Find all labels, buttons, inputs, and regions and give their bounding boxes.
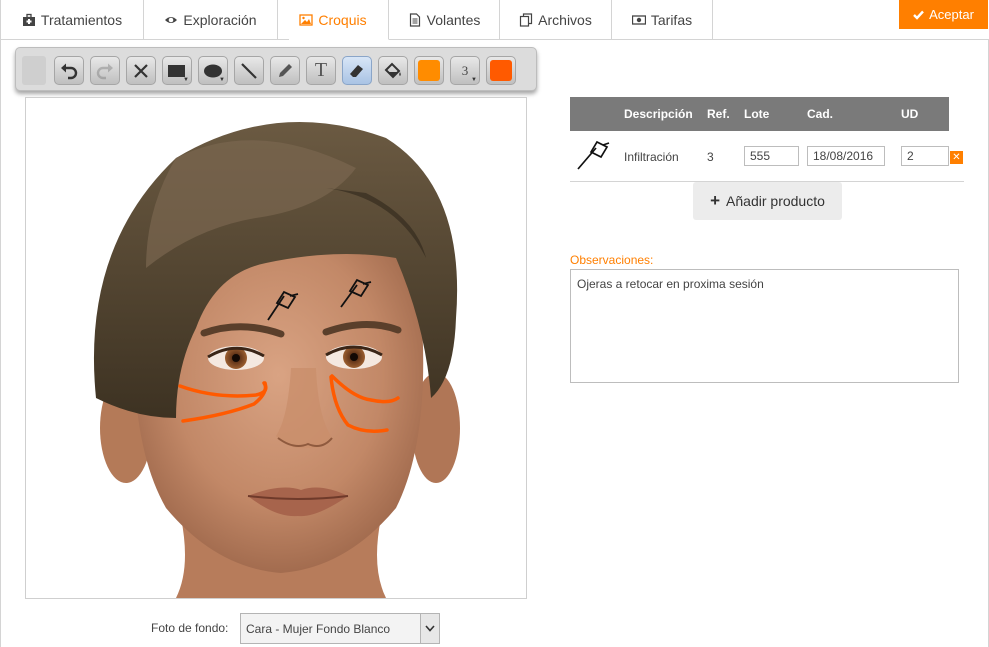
delete-button[interactable]: [126, 56, 156, 85]
header-ref: Ref.: [707, 107, 730, 121]
tab-tratamientos[interactable]: Tratamientos: [0, 0, 144, 40]
stroke-color-swatch: [490, 60, 512, 81]
tab-tarifas[interactable]: Tarifas: [612, 0, 713, 40]
row-ref: 3: [707, 150, 714, 164]
line-icon: [241, 62, 257, 79]
money-icon: [631, 14, 646, 25]
toolbar-handle[interactable]: [22, 56, 46, 85]
fill-color-button[interactable]: [414, 56, 444, 85]
header-descripcion: Descripción: [624, 107, 693, 121]
page-border: [0, 39, 1, 647]
chevron-down-icon: [420, 614, 439, 643]
rectangle-tool-button[interactable]: ▼: [162, 56, 192, 85]
text-tool-button[interactable]: T: [306, 56, 336, 85]
tab-label: Archivos: [538, 11, 592, 28]
tab-divider: [0, 39, 289, 40]
products-table-header: Descripción Ref. Lote Cad. UD: [570, 97, 949, 131]
stroke-color-button[interactable]: [486, 56, 516, 85]
tab-label: Tratamientos: [40, 11, 123, 28]
fill-tool-button[interactable]: [378, 56, 408, 85]
line-tool-button[interactable]: [234, 56, 264, 85]
header-cad: Cad.: [807, 107, 834, 121]
observaciones-textarea[interactable]: Ojeras a retocar en proxima sesión: [570, 269, 959, 383]
eraser-tool-button[interactable]: [342, 56, 372, 85]
image-icon: [299, 13, 314, 26]
header-lote: Lote: [744, 107, 770, 121]
background-selected-value: Cara - Mujer Fondo Blanco: [246, 621, 391, 636]
stroke-width-button[interactable]: 3 ▼: [450, 56, 480, 85]
tab-croquis[interactable]: Croquis: [278, 0, 389, 40]
background-label: Foto de fondo:: [151, 621, 229, 635]
text-icon: T: [314, 59, 328, 81]
tab-label: Exploración: [183, 11, 257, 28]
observaciones-label: Observaciones:: [570, 253, 654, 267]
chevron-down-icon: ▼: [219, 77, 225, 83]
tab-divider: [400, 39, 989, 40]
tab-label: Croquis: [318, 11, 367, 28]
chevron-down-icon: ▼: [183, 77, 189, 83]
header-ud: UD: [901, 107, 919, 121]
add-product-button[interactable]: + Añadir producto: [693, 182, 842, 220]
drawing-canvas[interactable]: [25, 97, 527, 599]
delete-icon: [134, 63, 148, 78]
pencil-tool-button[interactable]: [270, 56, 300, 85]
plus-icon: +: [710, 191, 721, 210]
face-background-image: [93, 122, 460, 598]
cad-input[interactable]: [807, 146, 885, 166]
add-product-label: Añadir producto: [726, 193, 825, 209]
chevron-down-icon: ▼: [471, 77, 477, 83]
eye-icon: [165, 16, 178, 23]
stroke-width-value: 3: [461, 62, 469, 78]
background-select[interactable]: Cara - Mujer Fondo Blanco: [240, 613, 440, 644]
tab-exploracion[interactable]: Exploración: [144, 0, 278, 40]
table-row: Infiltración 3 ✕: [570, 131, 964, 182]
accept-label: Aceptar: [929, 7, 974, 22]
files-icon: [520, 12, 533, 27]
pencil-icon: [279, 63, 292, 77]
document-icon: [409, 12, 420, 27]
undo-icon: [61, 63, 78, 79]
fill-color-swatch: [418, 60, 440, 81]
tab-label: Volantes: [426, 11, 481, 28]
redo-icon: [96, 63, 113, 79]
eraser-icon: [350, 64, 363, 77]
medkit-icon: [22, 13, 35, 26]
accept-button[interactable]: Aceptar: [899, 0, 988, 29]
fill-icon: [384, 62, 401, 78]
tab-label: Tarifas: [650, 11, 693, 28]
tab-volantes[interactable]: Volantes: [389, 0, 500, 40]
redo-button[interactable]: [90, 56, 120, 85]
drawing-toolbar: ▼ ▼ T 3 ▼: [15, 47, 537, 91]
ud-input[interactable]: [901, 146, 949, 166]
undo-button[interactable]: [54, 56, 84, 85]
tab-bar: Tratamientos Exploración Croquis Volante…: [0, 0, 713, 40]
row-descripcion: Infiltración: [624, 150, 679, 164]
syringe-icon: [577, 140, 610, 170]
lote-input[interactable]: [744, 146, 799, 166]
tab-archivos[interactable]: Archivos: [500, 0, 612, 40]
ellipse-tool-button[interactable]: ▼: [198, 56, 228, 85]
remove-row-button[interactable]: ✕: [950, 151, 963, 164]
check-icon: [913, 10, 924, 20]
